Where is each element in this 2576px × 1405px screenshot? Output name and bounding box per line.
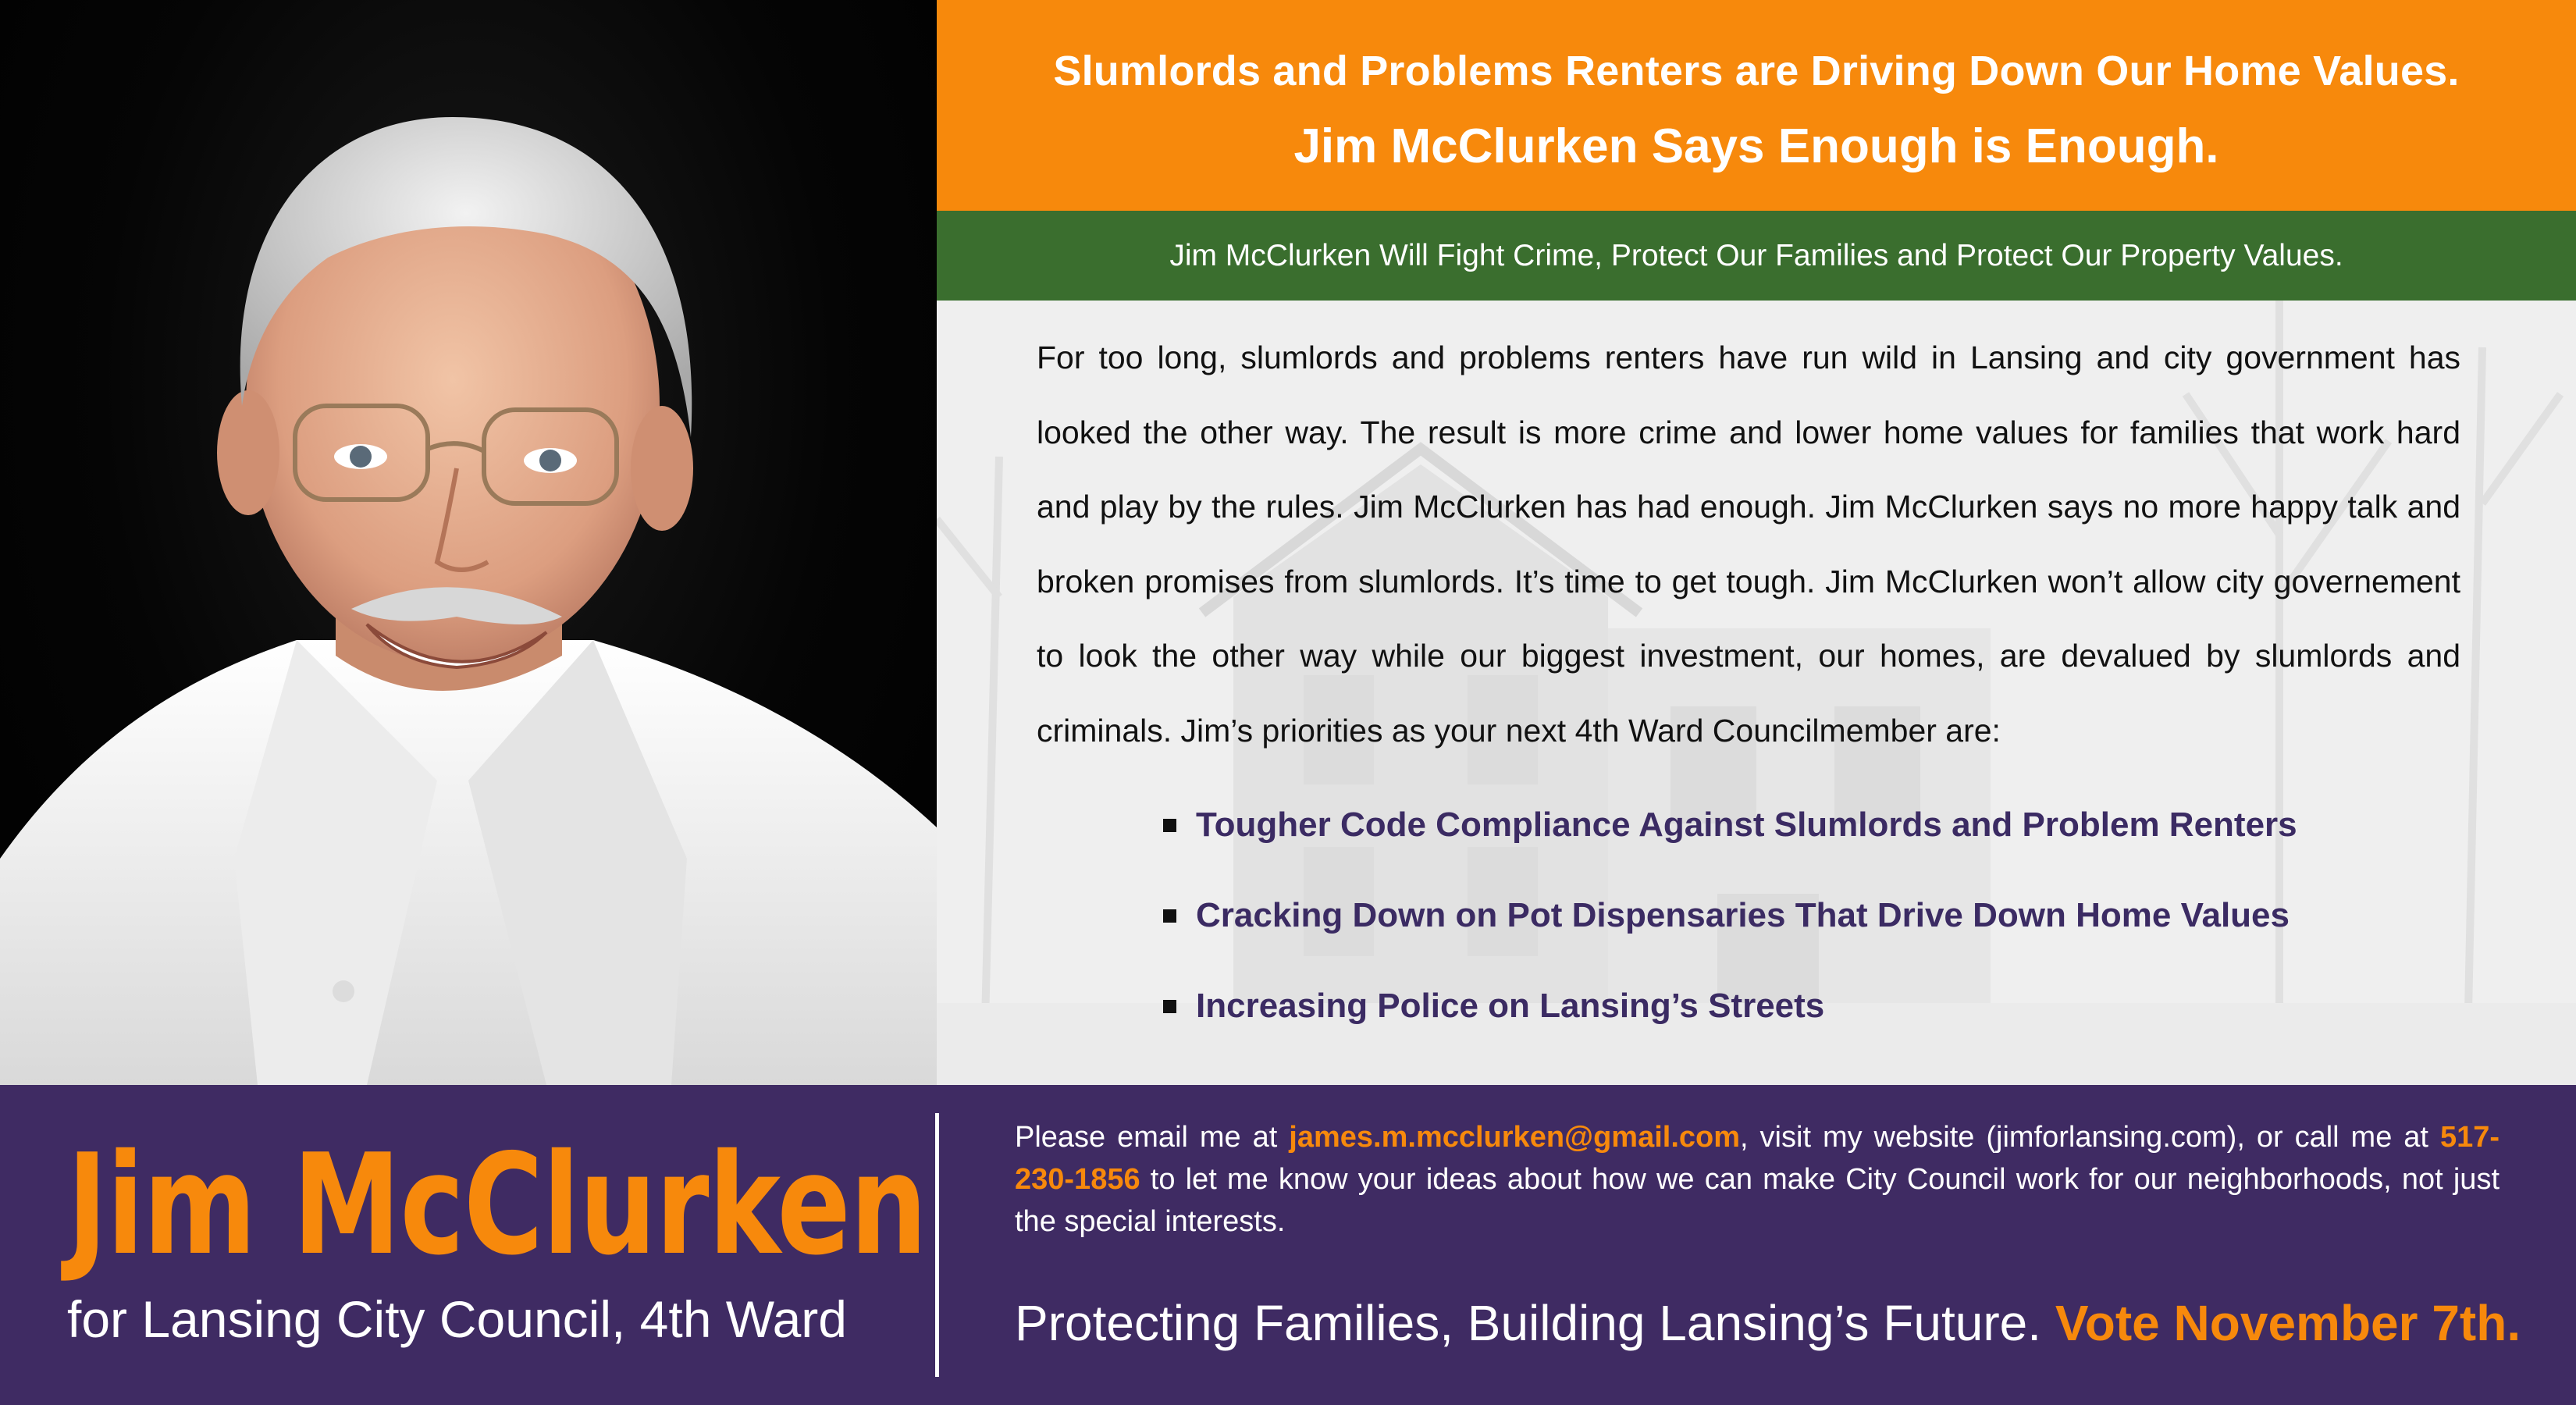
body-panel: For too long, slumlords and problems ren… [937,301,2576,1085]
headline-line-1: Slumlords and Problems Renters are Drivi… [1053,48,2460,94]
candidate-photo-illustration [0,117,937,1085]
square-bullet-icon [1163,909,1176,923]
vote-date: Vote November 7th. [2055,1295,2521,1351]
candidate-name: Jim McClurken [67,1124,927,1286]
candidate-portrait [0,0,937,1085]
footer-divider [935,1113,939,1377]
candidate-office: for Lansing City Council, 4th Ward [67,1290,847,1348]
body-paragraph: For too long, slumlords and problems ren… [1037,340,2460,749]
headline-line-2: Jim McClurken Says Enough is Enough. [1293,119,2219,173]
priority-text: Tougher Code Compliance Against Slumlord… [1196,806,2297,844]
priorities-list: Tougher Code Compliance Against Slumlord… [1163,805,2297,1076]
footer: Jim McClurken for Lansing City Council, … [0,1085,2576,1405]
priority-text: Cracking Down on Pot Dispensaries That D… [1196,896,2290,934]
slogan-text: Protecting Families, Building Lansing’s … [1015,1295,2055,1351]
list-item: Cracking Down on Pot Dispensaries That D… [1163,895,2297,986]
tagline-bar: Jim McClurken Will Fight Crime, Protect … [937,211,2576,301]
contact-intro: Please email me at [1015,1121,1290,1154]
list-item: Increasing Police on Lansing’s Streets [1163,986,2297,1076]
contact-outro: to let me know your ideas about how we c… [1015,1163,2500,1238]
contact-text: Please email me at james.m.mcclurken@gma… [1015,1116,2500,1243]
email-link[interactable]: james.m.mcclurken@gmail.com [1289,1121,1740,1154]
square-bullet-icon [1163,819,1176,832]
slogan: Protecting Families, Building Lansing’s … [1015,1294,2521,1352]
contact-mid: , visit my website (jimforlansing.com), … [1740,1121,2440,1154]
square-bullet-icon [1163,1000,1176,1013]
headline-banner: Slumlords and Problems Renters are Drivi… [937,0,2576,211]
list-item: Tougher Code Compliance Against Slumlord… [1163,805,2297,895]
priority-text: Increasing Police on Lansing’s Streets [1196,987,1825,1025]
